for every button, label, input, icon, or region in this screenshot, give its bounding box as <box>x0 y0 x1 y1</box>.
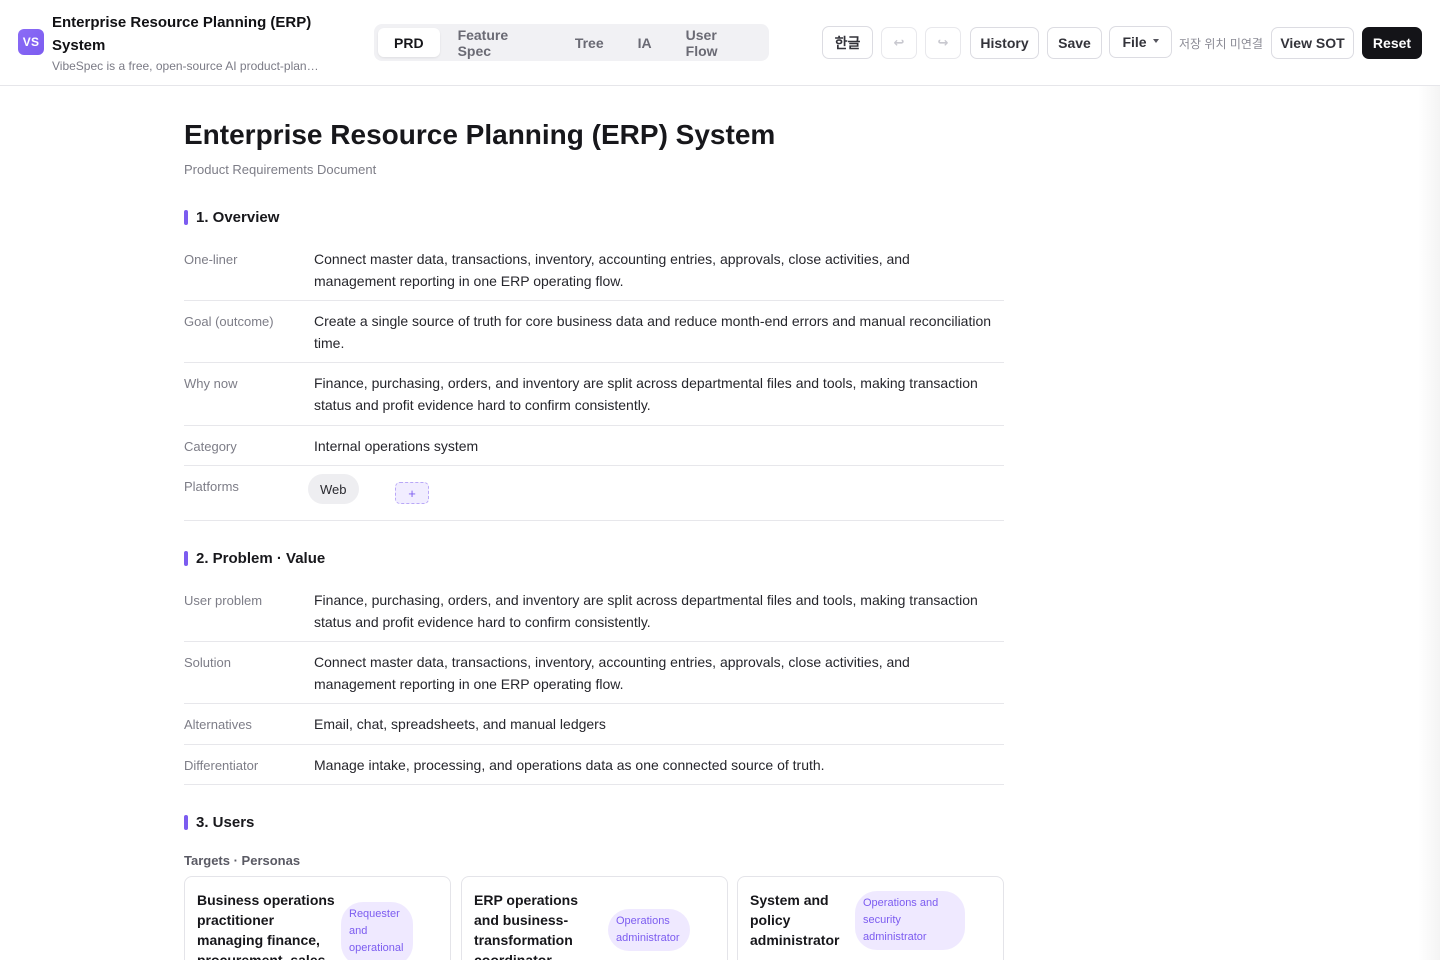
section-users-heading: 3. Users <box>184 814 254 832</box>
persona-title: ERP operations and business-transformati… <box>474 892 578 960</box>
field-row-one-liner: One-liner Connect master data, transacti… <box>184 250 1004 301</box>
field-label: User problem <box>184 593 263 608</box>
field-value[interactable]: Connect master data, transactions, inven… <box>314 248 994 292</box>
persona-role-badge: Operations and security administrator <box>855 891 965 950</box>
tab-ia[interactable]: IA <box>622 28 668 57</box>
persona-card[interactable]: ERP operations and business-transformati… <box>461 876 728 960</box>
field-row-solution: Solution Connect master data, transactio… <box>184 642 1004 704</box>
field-label: Differentiator <box>184 758 259 773</box>
persona-title: Business operations practitioner managin… <box>197 892 335 960</box>
document-title: Enterprise Resource Planning (ERP) Syste… <box>184 119 776 150</box>
file-menu-label: File <box>1122 34 1147 50</box>
add-platform-button[interactable]: + <box>395 482 429 504</box>
persona-role-badge: Requester and operational <box>341 902 413 960</box>
document-type: Product Requirements Document <box>184 162 377 177</box>
field-label: One-liner <box>184 252 238 267</box>
language-toggle-button[interactable]: 한글 <box>822 26 873 59</box>
field-value[interactable]: Email, chat, spreadsheets, and manual le… <box>314 713 994 735</box>
save-button[interactable]: Save <box>1047 27 1102 59</box>
tab-tree[interactable]: Tree <box>559 28 620 57</box>
field-label: Category <box>184 439 237 454</box>
field-value[interactable]: Connect master data, transactions, inven… <box>314 651 994 695</box>
field-row-platforms: Platforms Web + <box>184 466 1004 521</box>
redo-button[interactable]: ↪ <box>925 27 961 59</box>
app-logo: VS <box>18 29 44 55</box>
field-row-user-problem: User problem Finance, purchasing, orders… <box>184 591 1004 642</box>
persona-card[interactable]: System and policy administrator Operatio… <box>737 876 1004 960</box>
field-label: Platforms <box>184 479 239 494</box>
tab-user-flow[interactable]: User Flow <box>670 27 765 59</box>
field-row-alternatives: Alternatives Email, chat, spreadsheets, … <box>184 704 1004 745</box>
undo-icon: ↩ <box>893 35 905 50</box>
view-tabs: PRD Feature Spec Tree IA User Flow <box>374 24 769 61</box>
file-menu-button[interactable]: File <box>1109 26 1172 58</box>
field-row-goal: Goal (outcome) Create a single source of… <box>184 301 1004 363</box>
tab-prd[interactable]: PRD <box>378 28 440 57</box>
platform-chip[interactable]: Web <box>308 474 359 504</box>
section-problem-heading: 2. Problem · Value <box>184 550 325 568</box>
history-button[interactable]: History <box>970 27 1039 59</box>
storage-status: 저장 위치 미연결 <box>1179 37 1263 51</box>
scroll-edge-shadow <box>1418 86 1440 960</box>
persona-title: System and policy administrator <box>750 892 840 948</box>
field-row-why-now: Why now Finance, purchasing, orders, and… <box>184 363 1004 426</box>
field-label: Solution <box>184 655 231 670</box>
persona-card[interactable]: Business operations practitioner managin… <box>184 876 451 960</box>
redo-icon: ↪ <box>937 35 949 50</box>
chevron-down-icon <box>1152 39 1159 43</box>
field-label: Goal (outcome) <box>184 314 274 329</box>
field-row-category: Category Internal operations system <box>184 426 1004 466</box>
personas-subheading: Targets · Personas <box>184 853 301 868</box>
project-subtitle: VibeSpec is a free, open-source AI produ… <box>52 59 319 73</box>
field-value[interactable]: Finance, purchasing, orders, and invento… <box>314 372 994 416</box>
view-sot-button[interactable]: View SOT <box>1271 27 1354 59</box>
field-row-differentiator: Differentiator Manage intake, processing… <box>184 745 1004 785</box>
field-label: Why now <box>184 376 238 391</box>
reset-button[interactable]: Reset <box>1362 27 1422 59</box>
persona-role-badge: Operations administrator <box>608 909 690 951</box>
section-overview-heading: 1. Overview <box>184 209 279 227</box>
field-value[interactable]: Finance, purchasing, orders, and invento… <box>314 589 994 633</box>
top-bar: VS Enterprise Resource Planning (ERP) Sy… <box>0 0 1440 86</box>
field-value[interactable]: Manage intake, processing, and operation… <box>314 754 994 776</box>
field-value[interactable]: Create a single source of truth for core… <box>314 310 994 354</box>
undo-button[interactable]: ↩ <box>881 27 917 59</box>
field-value[interactable]: Internal operations system <box>314 435 994 457</box>
tab-feature-spec[interactable]: Feature Spec <box>442 27 557 59</box>
field-label: Alternatives <box>184 717 252 732</box>
project-title: Enterprise Resource Planning (ERP) Syste… <box>52 14 312 54</box>
